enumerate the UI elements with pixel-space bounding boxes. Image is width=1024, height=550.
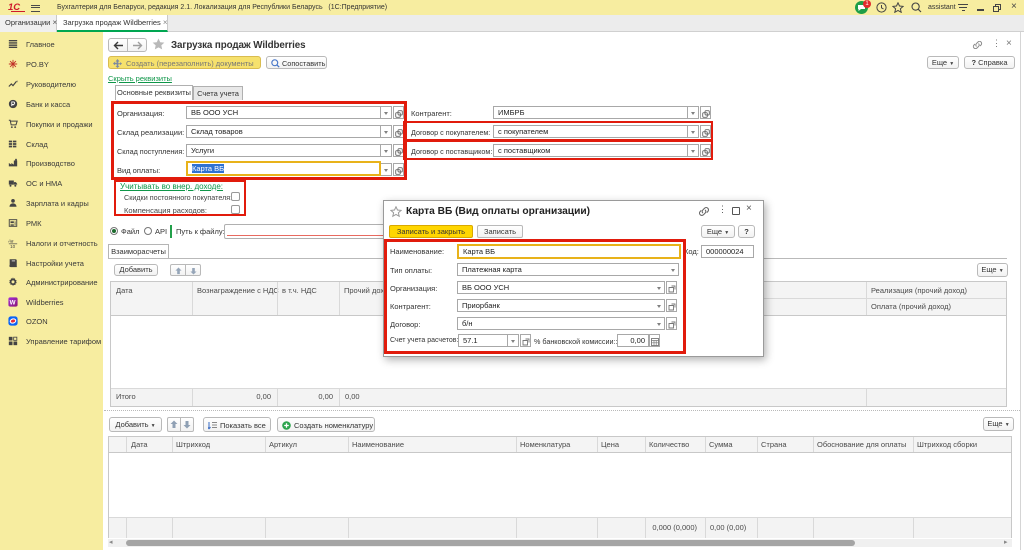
svg-text:Ав: Ав	[8, 239, 14, 244]
svg-text:10: 10	[10, 244, 16, 248]
svg-text:W: W	[10, 300, 16, 307]
